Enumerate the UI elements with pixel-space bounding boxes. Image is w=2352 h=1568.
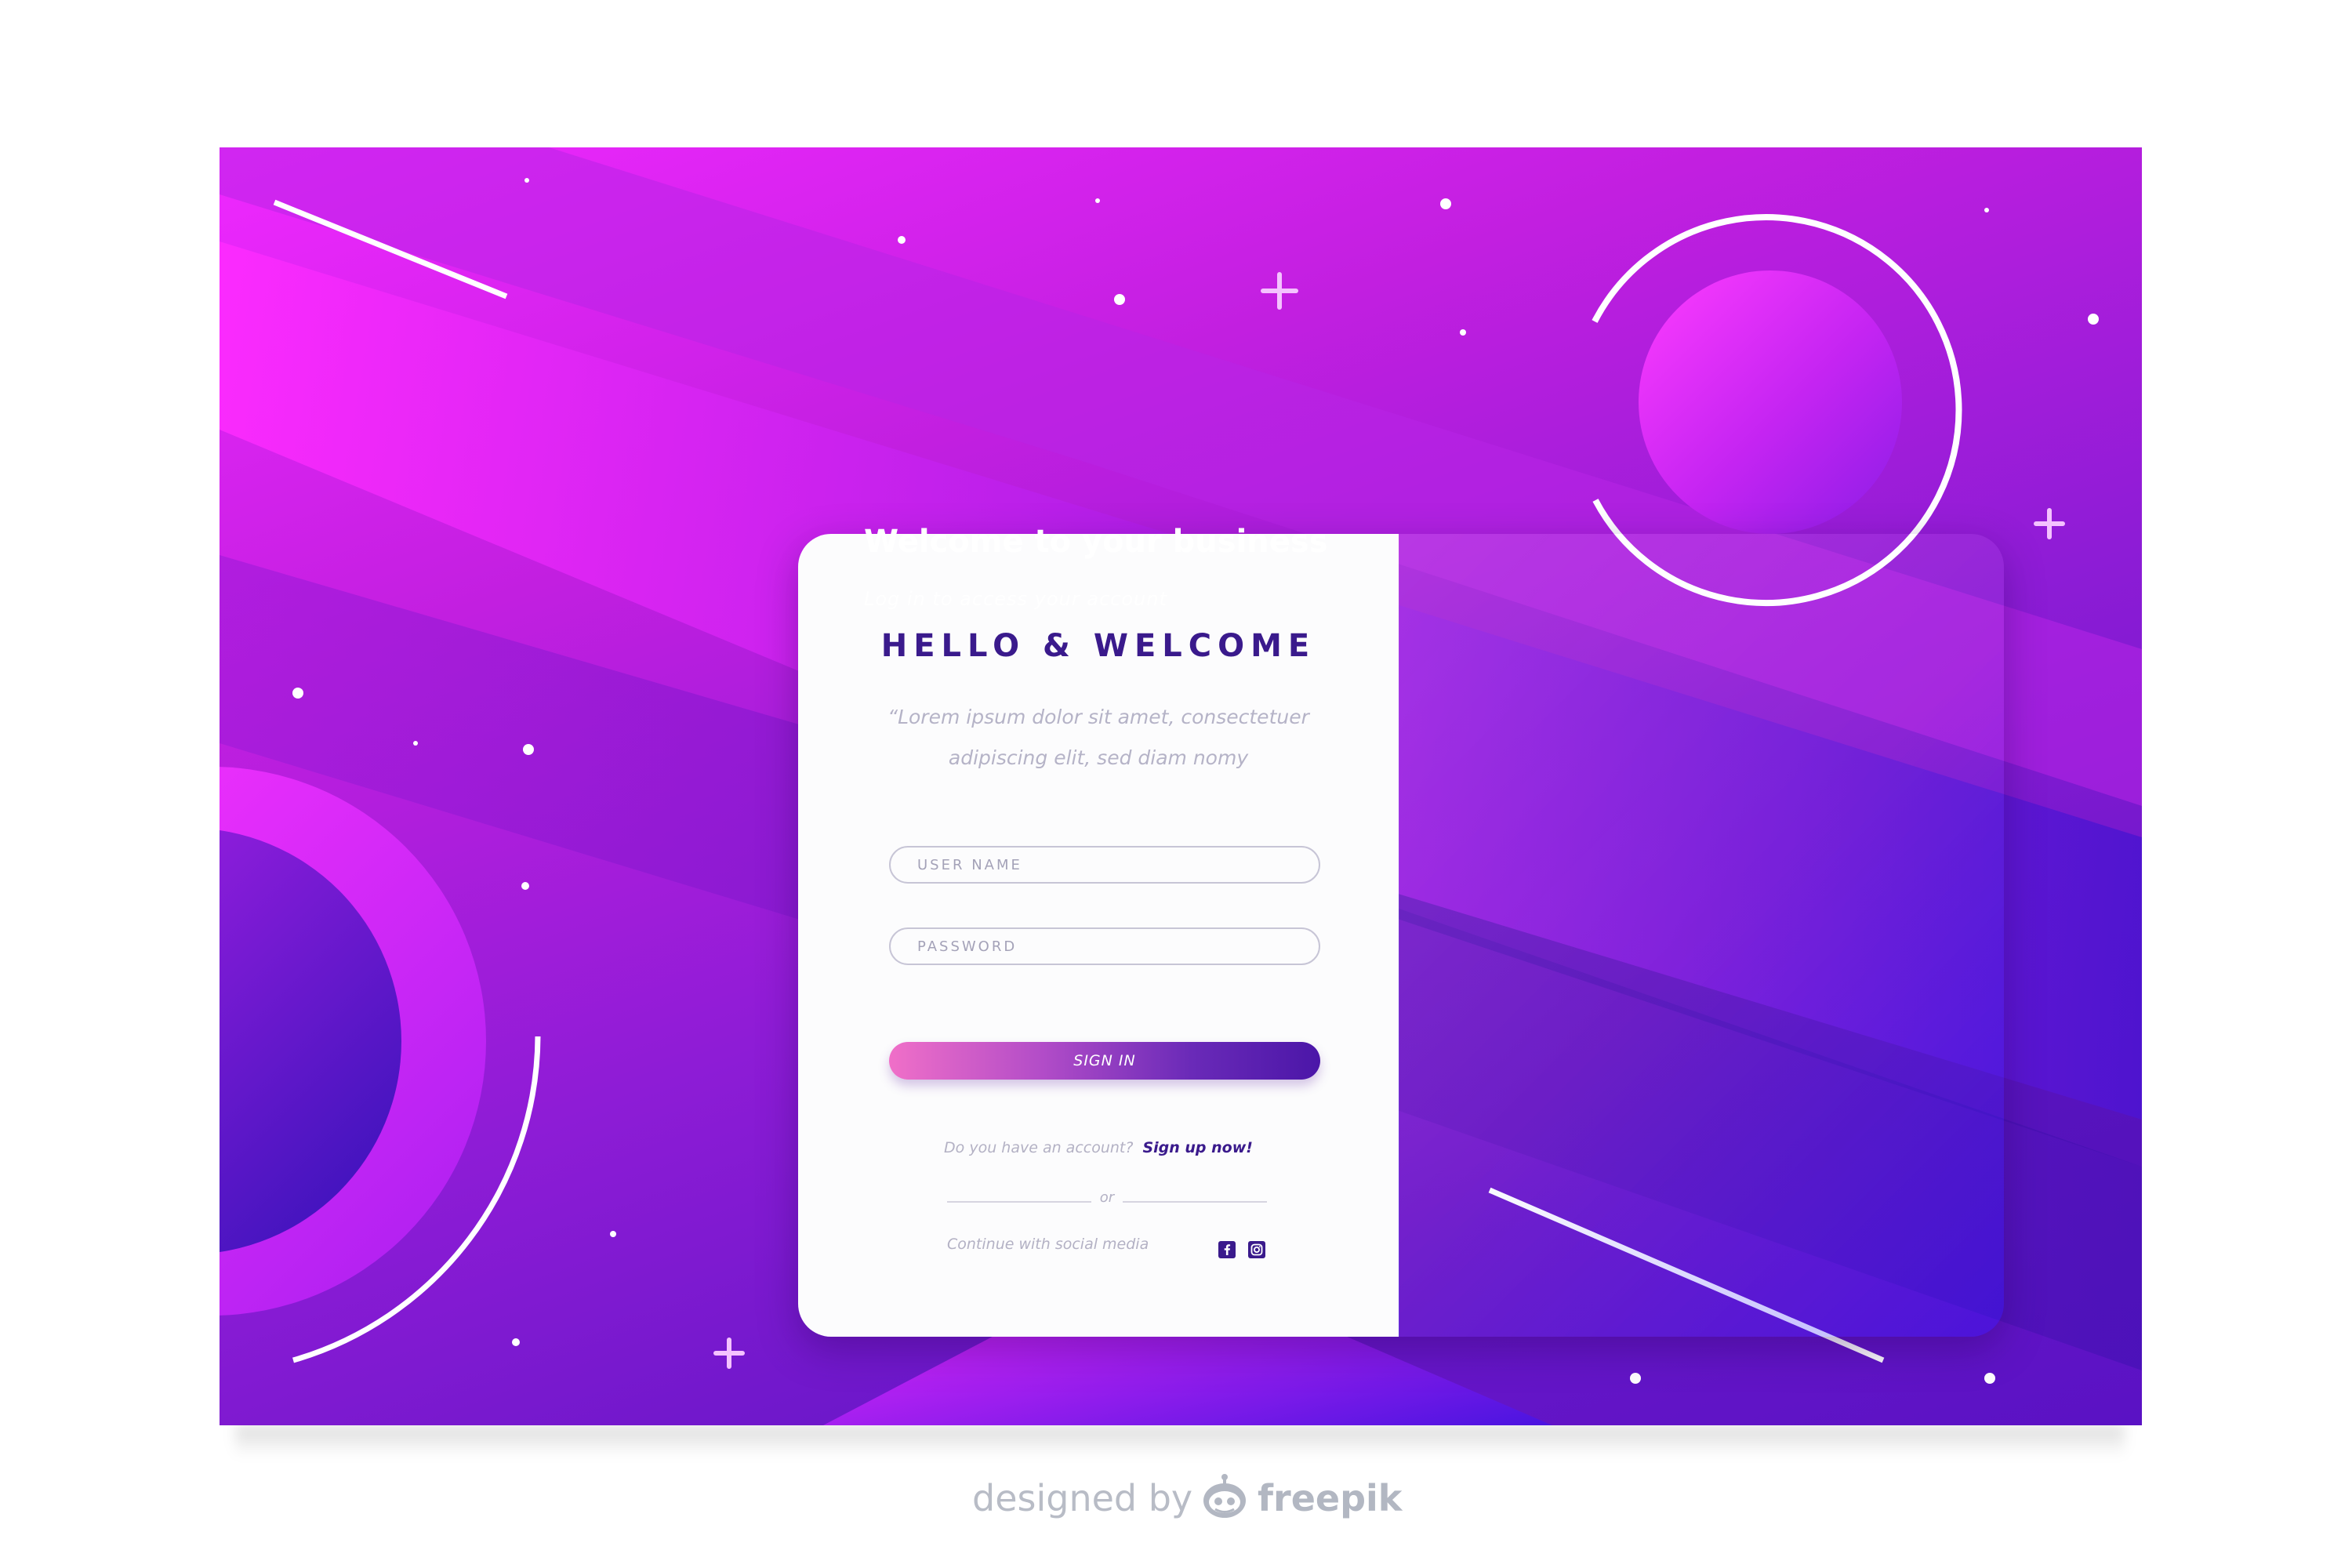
social-login-label: Continue with social media (947, 1236, 1149, 1253)
page-title: HELLO & WELCOME (880, 628, 1316, 664)
sign-up-link[interactable]: Sign up now! (1142, 1139, 1252, 1156)
attribution-text: designed by (972, 1477, 1193, 1519)
freepik-logo-icon (1203, 1474, 1246, 1518)
login-background: HELLO & WELCOME “Lorem ipsum dolor sit a… (220, 147, 2142, 1425)
instagram-icon[interactable] (1248, 1241, 1265, 1258)
divider-left (947, 1201, 1091, 1203)
login-card: HELLO & WELCOME “Lorem ipsum dolor sit a… (798, 534, 2004, 1337)
intro-text: “Lorem ipsum dolor sit amet, consectetue… (887, 706, 1309, 769)
welcome-panel (1399, 534, 2004, 1337)
freepik-wordmark: freepik (1258, 1477, 1403, 1519)
page-shadow (235, 1425, 2125, 1457)
welcome-subtitle: Log in to access your account (864, 588, 1167, 610)
facebook-icon[interactable] (1218, 1241, 1236, 1258)
password-input[interactable] (889, 927, 1320, 965)
account-question-text: Do you have an account? (944, 1139, 1134, 1156)
or-separator: or (1099, 1189, 1115, 1206)
sign-in-button[interactable]: SIGN IN (889, 1042, 1320, 1080)
username-input[interactable] (889, 846, 1320, 884)
signup-prompt: Do you have an account? Sign up now! (798, 1139, 1399, 1156)
welcome-heading: Welcome to your business (864, 524, 1328, 560)
divider-right (1123, 1201, 1267, 1203)
login-form-panel: HELLO & WELCOME “Lorem ipsum dolor sit a… (798, 534, 1399, 1337)
